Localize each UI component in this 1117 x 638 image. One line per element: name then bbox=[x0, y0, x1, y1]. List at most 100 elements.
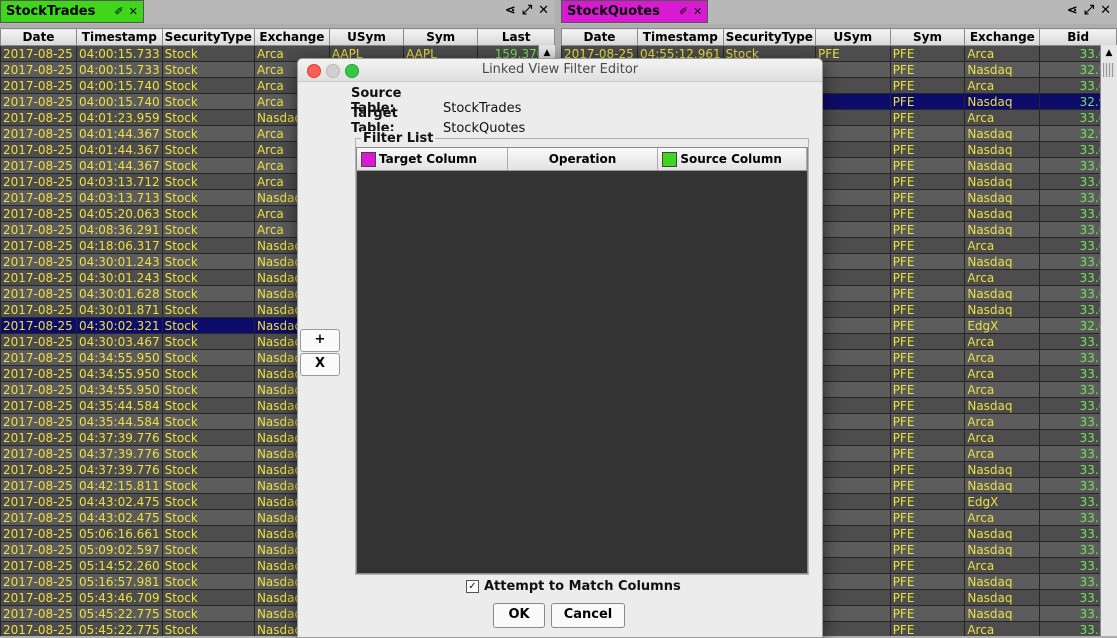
table-cell: 2017-08-25 bbox=[0, 317, 77, 334]
column-header[interactable]: Exchange bbox=[964, 28, 1041, 46]
filter-list-table[interactable]: Target Column Operation Source Column bbox=[356, 147, 808, 574]
table-cell: PFE bbox=[889, 381, 966, 398]
table-cell: PFE bbox=[889, 509, 966, 526]
table-cell: Stock bbox=[161, 557, 255, 574]
source-color-swatch bbox=[662, 151, 678, 167]
table-cell: Stock bbox=[161, 285, 255, 302]
table-cell: Stock bbox=[161, 509, 255, 526]
tab-stock-trades[interactable]: StockTrades ✐ ✕ bbox=[0, 0, 144, 23]
dialog-title: Linked View Filter Editor bbox=[481, 62, 639, 77]
column-header[interactable]: USym bbox=[328, 28, 405, 46]
column-header[interactable]: Bid bbox=[1039, 28, 1117, 46]
table-cell: 2017-08-25 bbox=[0, 509, 77, 526]
table-cell: Stock bbox=[161, 205, 255, 222]
share-icon[interactable]: ⋖ bbox=[505, 3, 516, 18]
undock-icon[interactable]: ⤢ bbox=[1084, 3, 1094, 18]
table-cell: Arca bbox=[964, 109, 1041, 126]
scroll-thumb[interactable] bbox=[1103, 63, 1115, 77]
add-filter-button[interactable]: + bbox=[300, 329, 340, 352]
table-cell: Stock bbox=[161, 461, 255, 478]
close-icon[interactable]: ✕ bbox=[538, 3, 549, 18]
remove-filter-button[interactable]: X bbox=[300, 353, 340, 376]
table-cell: Stock bbox=[161, 93, 255, 110]
table-cell: Stock bbox=[161, 333, 255, 350]
table-cell bbox=[814, 317, 891, 334]
table-cell: PFE bbox=[889, 205, 966, 222]
ok-button[interactable]: OK bbox=[493, 603, 545, 628]
table-cell: Stock bbox=[161, 573, 255, 590]
column-header[interactable]: Timestamp bbox=[636, 28, 724, 46]
table-cell: 04:30:02.321 bbox=[75, 317, 163, 334]
table-cell: Stock bbox=[161, 269, 255, 286]
close-icon[interactable]: ✕ bbox=[129, 5, 138, 18]
close-icon[interactable]: ✕ bbox=[693, 5, 702, 18]
table-cell: 2017-08-25 bbox=[0, 477, 77, 494]
table-cell: Arca bbox=[964, 381, 1041, 398]
table-cell bbox=[814, 333, 891, 350]
table-cell: 2017-08-25 bbox=[0, 269, 77, 286]
column-header[interactable]: Exchange bbox=[253, 28, 330, 46]
table-cell: EdgX bbox=[964, 317, 1041, 334]
table-cell: PFE bbox=[889, 429, 966, 446]
match-columns-option[interactable]: ✓ Attempt to Match Columns bbox=[466, 579, 681, 594]
table-cell: Arca bbox=[964, 77, 1041, 94]
table-cell: PFE bbox=[889, 477, 966, 494]
cancel-button[interactable]: Cancel bbox=[551, 603, 625, 628]
column-header-target[interactable]: Target Column bbox=[357, 148, 508, 170]
table-cell: Arca bbox=[964, 557, 1041, 574]
panel-titlebar: StockQuotes ✐ ✕ ⋖ ⤢ ✕ bbox=[561, 0, 1117, 24]
table-cell: 2017-08-25 bbox=[0, 61, 77, 78]
table-cell: 05:16:57.981 bbox=[75, 573, 163, 590]
column-header[interactable]: USym bbox=[814, 28, 891, 46]
table-cell: 04:05:20.063 bbox=[75, 205, 163, 222]
table-cell: Stock bbox=[161, 397, 255, 414]
table-cell: 2017-08-25 bbox=[0, 45, 77, 62]
pin-icon[interactable]: ✐ bbox=[679, 5, 688, 18]
column-header[interactable]: Sym bbox=[889, 28, 966, 46]
table-cell: PFE bbox=[889, 61, 966, 78]
column-header-source[interactable]: Source Column bbox=[658, 148, 808, 170]
column-header[interactable]: Last bbox=[477, 28, 555, 46]
table-cell: EdgX bbox=[964, 493, 1041, 510]
table-cell: 04:30:01.628 bbox=[75, 285, 163, 302]
table-cell bbox=[814, 349, 891, 366]
tab-stock-quotes[interactable]: StockQuotes ✐ ✕ bbox=[561, 0, 709, 23]
panel-controls: ⋖ ⤢ ✕ bbox=[1067, 3, 1111, 18]
table-cell: 04:37:39.776 bbox=[75, 461, 163, 478]
match-columns-checkbox[interactable]: ✓ bbox=[466, 580, 479, 593]
target-table-value: StockQuotes bbox=[443, 121, 526, 136]
table-cell bbox=[814, 397, 891, 414]
quotes-scrollbar[interactable]: ▲ bbox=[1100, 45, 1117, 636]
table-cell: Nasdaq bbox=[964, 189, 1041, 206]
table-cell bbox=[814, 509, 891, 526]
column-header[interactable]: Date bbox=[0, 28, 77, 46]
undock-icon[interactable]: ⤢ bbox=[522, 3, 532, 18]
table-cell bbox=[814, 61, 891, 78]
column-header[interactable]: Timestamp bbox=[75, 28, 163, 46]
pin-icon[interactable]: ✐ bbox=[114, 5, 123, 18]
table-cell: 2017-08-25 bbox=[0, 621, 77, 636]
column-header[interactable]: SecurityType bbox=[722, 28, 816, 46]
table-cell: 2017-08-25 bbox=[0, 541, 77, 558]
close-icon[interactable]: ✕ bbox=[1100, 3, 1111, 18]
column-header[interactable]: Sym bbox=[403, 28, 479, 46]
table-cell: 2017-08-25 bbox=[0, 205, 77, 222]
table-cell: 2017-08-25 bbox=[0, 349, 77, 366]
dialog-titlebar[interactable]: Linked View Filter Editor bbox=[298, 59, 822, 82]
table-cell bbox=[814, 157, 891, 174]
table-cell: 2017-08-25 bbox=[0, 525, 77, 542]
table-cell: 04:00:15.733 bbox=[75, 61, 163, 78]
table-cell bbox=[814, 557, 891, 574]
table-cell: 05:09:02.597 bbox=[75, 541, 163, 558]
table-cell: Stock bbox=[161, 429, 255, 446]
table-cell: Stock bbox=[161, 317, 255, 334]
column-header[interactable]: Date bbox=[561, 28, 638, 46]
share-icon[interactable]: ⋖ bbox=[1067, 3, 1078, 18]
panel-titlebar: StockTrades ✐ ✕ ⋖ ⤢ ✕ bbox=[0, 0, 555, 24]
column-header-operation[interactable]: Operation bbox=[508, 148, 659, 170]
table-cell bbox=[814, 429, 891, 446]
table-cell: PFE bbox=[889, 157, 966, 174]
scroll-up-icon[interactable]: ▲ bbox=[1101, 45, 1117, 61]
table-cell: 04:00:15.740 bbox=[75, 93, 163, 110]
column-header[interactable]: SecurityType bbox=[161, 28, 255, 46]
